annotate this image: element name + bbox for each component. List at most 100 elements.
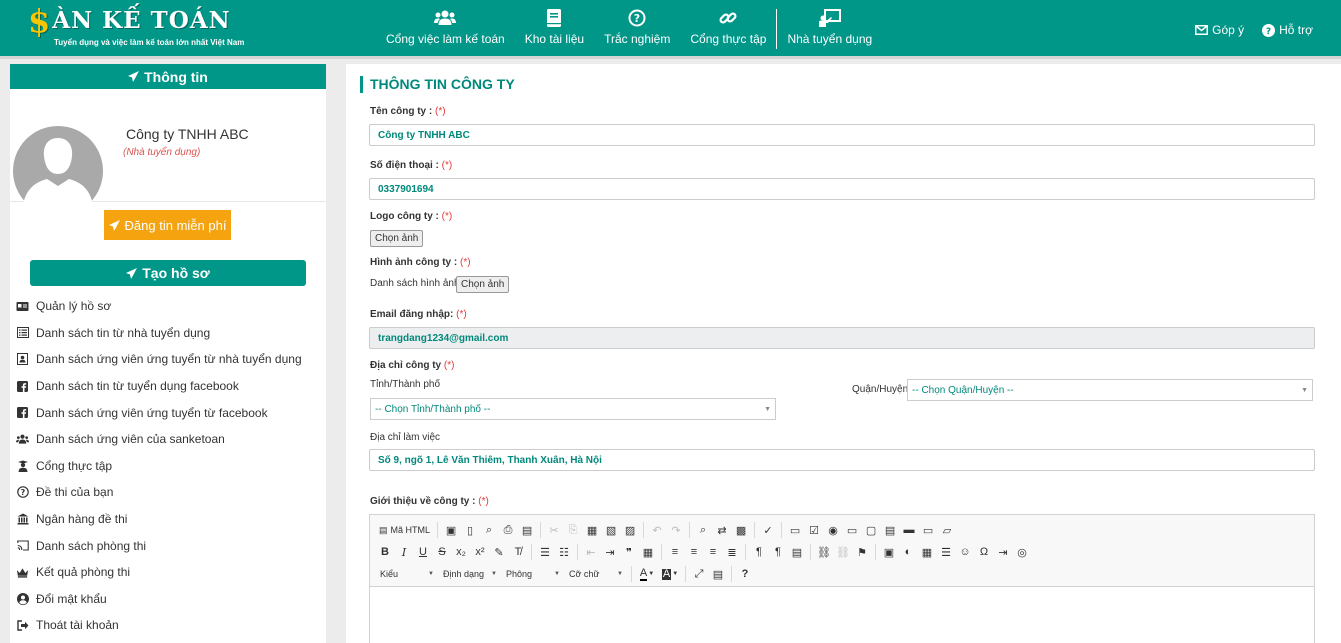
rtl-icon[interactable]: ¶ <box>769 543 787 561</box>
menu-item-facebook-applicants[interactable]: Danh sách ứng viên ứng tuyển từ facebook <box>16 399 322 426</box>
textfield-icon[interactable]: ▭ <box>843 521 861 539</box>
image-icon[interactable]: ▣ <box>880 543 898 561</box>
menu-item-exam-results[interactable]: Kết quả phòng thi <box>16 559 322 586</box>
menu-item-manage-profile[interactable]: Quản lý hồ sơ <box>16 293 322 320</box>
choose-logo-button[interactable]: Chọn ảnh <box>370 230 424 247</box>
templates-icon[interactable]: ▤ <box>518 521 536 539</box>
new-page-icon[interactable]: ▯ <box>461 521 479 539</box>
maximize-icon[interactable]: ⤢ <box>690 565 708 583</box>
paste-icon[interactable]: ▦ <box>583 521 601 539</box>
style-combo[interactable]: Kiểu ▼ <box>376 565 438 583</box>
menu-item-employer-applicants[interactable]: Danh sách ứng viên ứng tuyển từ nhà tuyể… <box>16 346 322 373</box>
menu-item-internship[interactable]: Cổng thực tập <box>16 453 322 480</box>
select-field-icon[interactable]: ▤ <box>881 521 899 539</box>
numbered-list-icon[interactable]: ☰ <box>536 543 554 561</box>
source-html-button[interactable]: ▤ Mã HTML <box>376 525 433 536</box>
link-icon[interactable]: ⛓ <box>815 543 833 561</box>
copy-icon[interactable]: ⎘ <box>564 521 582 539</box>
remove-format-icon[interactable]: T̸ <box>509 543 527 561</box>
textarea-icon[interactable]: ▢ <box>862 521 880 539</box>
avatar[interactable] <box>13 126 103 206</box>
align-left-icon[interactable]: ≡ <box>666 543 684 561</box>
font-combo[interactable]: Phông ▼ <box>502 565 564 583</box>
work-address-input[interactable]: Số 9, ngõ 1, Lê Văn Thiêm, Thanh Xuân, H… <box>369 449 1315 471</box>
paste-text-icon[interactable]: ▧ <box>602 521 620 539</box>
flash-icon[interactable]: ◐ <box>899 543 917 561</box>
div-container-icon[interactable]: ▦ <box>639 543 657 561</box>
italic-icon[interactable]: I <box>395 543 413 561</box>
spellcheck-icon[interactable]: ✓ <box>759 521 777 539</box>
undo-icon[interactable]: ↶ <box>648 521 666 539</box>
text-color-icon[interactable]: A ▼ <box>636 565 658 583</box>
table-icon[interactable]: ▦ <box>918 543 936 561</box>
align-center-icon[interactable]: ≡ <box>685 543 703 561</box>
special-char-icon[interactable]: Ω <box>975 543 993 561</box>
language-icon[interactable]: ▤ <box>788 543 806 561</box>
strike-icon[interactable]: S <box>433 543 451 561</box>
align-right-icon[interactable]: ≡ <box>704 543 722 561</box>
paste-word-icon[interactable]: ▨ <box>621 521 639 539</box>
support-link[interactable]: ? Hỗ trợ <box>1262 23 1313 37</box>
show-blocks-icon[interactable]: ▤ <box>709 565 727 583</box>
nav-internship[interactable]: Cổng thực tập <box>680 8 776 50</box>
outdent-icon[interactable]: ⇤ <box>582 543 600 561</box>
editor-content-area[interactable] <box>370 587 1314 643</box>
district-select[interactable]: -- Chọn Quận/Huyện -- ▼ <box>907 379 1313 401</box>
form-icon[interactable]: ▭ <box>786 521 804 539</box>
unlink-icon[interactable]: ⛓ <box>834 543 852 561</box>
font-size-combo[interactable]: Cỡ chữ ▼ <box>565 565 627 583</box>
menu-label: Ngân hàng đề thi <box>36 512 128 527</box>
feedback-link[interactable]: Góp ý <box>1195 23 1244 37</box>
phone-input[interactable]: 0337901694 <box>369 178 1315 200</box>
site-logo[interactable]: $ÀN KẾ TOÁN Tuyển dụng và việc làm kế to… <box>28 5 244 47</box>
choose-images-button[interactable]: Chọn ảnh <box>456 276 510 293</box>
iframe-icon[interactable]: ◎ <box>1013 543 1031 561</box>
anchor-flag-icon[interactable]: ⚑ <box>853 543 871 561</box>
replace-icon[interactable]: ⇄ <box>713 521 731 539</box>
company-name-input[interactable]: Công ty TNHH ABC <box>369 124 1315 146</box>
help-icon[interactable]: ? <box>736 565 754 583</box>
indent-icon[interactable]: ⇥ <box>601 543 619 561</box>
blockquote-icon[interactable]: ❞ <box>620 543 638 561</box>
menu-item-your-exams[interactable]: ? Đề thi của bạn <box>16 479 322 506</box>
select-all-icon[interactable]: ▩ <box>732 521 750 539</box>
menu-item-facebook-posts[interactable]: Danh sách tin từ tuyển dụng facebook <box>16 373 322 400</box>
bg-color-icon[interactable]: A ▼ <box>659 565 681 583</box>
format-combo[interactable]: Định dạng ▼ <box>439 565 501 583</box>
bulleted-list-icon[interactable]: ☷ <box>555 543 573 561</box>
bold-icon[interactable]: B <box>376 543 394 561</box>
print-icon[interactable]: ⎙ <box>499 521 517 539</box>
menu-item-logout[interactable]: Thoát tài khoản <box>16 612 322 639</box>
copy-format-icon[interactable]: ✎ <box>490 543 508 561</box>
nav-employers[interactable]: Nhà tuyển dụng <box>777 8 882 50</box>
province-select[interactable]: -- Chọn Tỉnh/Thành phố -- ▼ <box>370 398 776 420</box>
menu-item-exam-bank[interactable]: Ngân hàng đề thi <box>16 506 322 533</box>
horizontal-line-icon[interactable]: ☰ <box>937 543 955 561</box>
image-button-icon[interactable]: ▭ <box>919 521 937 539</box>
button-field-icon[interactable]: ▬ <box>900 521 918 539</box>
create-profile-button[interactable]: Tạo hồ sơ <box>30 260 306 286</box>
menu-item-change-password[interactable]: Đổi mật khẩu <box>16 586 322 613</box>
align-justify-icon[interactable]: ≣ <box>723 543 741 561</box>
cut-icon[interactable]: ✂ <box>545 521 563 539</box>
underline-icon[interactable]: U <box>414 543 432 561</box>
save-icon[interactable]: ▣ <box>442 521 460 539</box>
post-job-free-button[interactable]: Đăng tin miễn phí <box>104 210 231 240</box>
menu-item-employer-posts[interactable]: Danh sách tin từ nhà tuyển dụng <box>16 320 322 347</box>
superscript-icon[interactable]: x² <box>471 543 489 561</box>
smiley-icon[interactable]: ☺ <box>956 543 974 561</box>
nav-accounting-jobs[interactable]: Cổng việc làm kế toán <box>376 8 515 50</box>
redo-icon[interactable]: ↷ <box>667 521 685 539</box>
ltr-icon[interactable]: ¶ <box>750 543 768 561</box>
find-icon[interactable]: ⌕ <box>694 521 712 539</box>
radio-icon[interactable]: ◉ <box>824 521 842 539</box>
page-break-icon[interactable]: ⇥ <box>994 543 1012 561</box>
checkbox-icon[interactable]: ☑ <box>805 521 823 539</box>
preview-icon[interactable]: ⌕ <box>480 521 498 539</box>
menu-item-sanketoan-applicants[interactable]: Danh sách ứng viên của sanketoan <box>16 426 322 453</box>
hidden-field-icon[interactable]: ▱ <box>938 521 956 539</box>
menu-item-exam-rooms[interactable]: Danh sách phòng thi <box>16 532 322 559</box>
nav-quiz[interactable]: ? Trắc nghiệm <box>594 8 680 50</box>
nav-documents[interactable]: Kho tài liệu <box>515 8 594 50</box>
subscript-icon[interactable]: x₂ <box>452 543 470 561</box>
